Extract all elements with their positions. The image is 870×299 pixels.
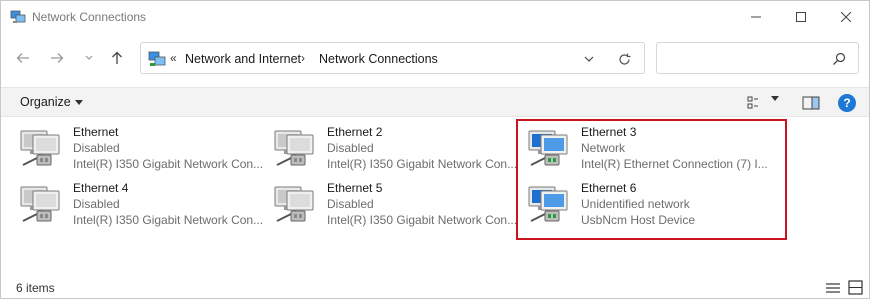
breadcrumb-network-and-internet[interactable]: Network and Internet	[185, 52, 301, 66]
network-adapter-disabled-icon	[274, 130, 314, 166]
connection-item[interactable]: Ethernet 4 Disabled Intel(R) I350 Gigabi…	[19, 181, 269, 231]
connection-name: Ethernet	[73, 125, 119, 139]
organize-label: Organize	[20, 95, 71, 109]
preview-pane-icon[interactable]	[802, 95, 820, 111]
connection-name: Ethernet 5	[327, 181, 383, 195]
search-input[interactable]	[663, 48, 823, 68]
maximize-icon	[796, 12, 806, 22]
details-view-icon[interactable]	[825, 281, 841, 295]
connection-item[interactable]: Ethernet Disabled Intel(R) I350 Gigabit …	[19, 125, 269, 175]
caret-down-icon[interactable]	[771, 96, 779, 101]
breadcrumb-network-connections[interactable]: Network Connections	[319, 52, 438, 66]
change-view-icon[interactable]	[747, 95, 765, 111]
address-bar[interactable]: « Network and Internet › Network Connect…	[140, 42, 645, 74]
title-bar: Network Connections	[1, 1, 869, 33]
address-dropdown-button[interactable]	[581, 51, 597, 67]
network-adapter-disabled-icon	[20, 130, 60, 166]
minimize-icon	[751, 16, 761, 18]
network-adapter-disabled-icon	[274, 186, 314, 222]
refresh-icon	[618, 53, 630, 65]
close-icon	[841, 12, 851, 22]
connection-device: Intel(R) I350 Gigabit Network Con...	[73, 157, 263, 171]
back-button[interactable]	[11, 46, 35, 70]
minimize-button[interactable]	[733, 1, 779, 33]
up-button[interactable]	[105, 46, 129, 70]
caret-down-icon	[74, 99, 83, 105]
breadcrumb-separator[interactable]: ›	[301, 51, 305, 65]
breadcrumb-overflow[interactable]: «	[170, 51, 177, 65]
network-connections-icon	[148, 51, 166, 66]
connection-item[interactable]: Ethernet 2 Disabled Intel(R) I350 Gigabi…	[273, 125, 523, 175]
connection-status: Disabled	[73, 197, 120, 211]
connection-device: Intel(R) I350 Gigabit Network Con...	[327, 157, 517, 171]
organize-button[interactable]: Organize	[20, 95, 83, 109]
close-button[interactable]	[823, 1, 869, 33]
connection-status: Disabled	[327, 141, 374, 155]
highlight-box	[516, 119, 787, 240]
connection-status: Disabled	[73, 141, 120, 155]
connection-name: Ethernet 4	[73, 181, 129, 195]
connection-status: Disabled	[327, 197, 374, 211]
maximize-button[interactable]	[778, 1, 824, 33]
tiles-view-icon[interactable]	[848, 280, 863, 295]
help-icon[interactable]: ?	[838, 94, 856, 112]
forward-button[interactable]	[45, 46, 69, 70]
arrow-left-icon	[16, 53, 29, 63]
network-adapter-disabled-icon	[20, 186, 60, 222]
recent-locations-button[interactable]	[77, 46, 101, 70]
explorer-window: Network Connections « Network and Intern…	[0, 0, 870, 299]
connection-name: Ethernet 2	[327, 125, 383, 139]
arrow-right-icon	[51, 53, 64, 63]
window-title: Network Connections	[32, 10, 147, 24]
item-count: 6 items	[16, 281, 55, 295]
search-box[interactable]	[656, 42, 859, 74]
search-icon[interactable]	[831, 51, 847, 67]
network-connections-icon	[10, 10, 26, 23]
connection-item[interactable]: Ethernet 5 Disabled Intel(R) I350 Gigabi…	[273, 181, 523, 231]
connection-device: Intel(R) I350 Gigabit Network Con...	[73, 213, 263, 227]
chevron-down-icon	[584, 56, 594, 62]
arrow-up-icon	[112, 51, 122, 64]
connection-device: Intel(R) I350 Gigabit Network Con...	[327, 213, 517, 227]
command-bar: Organize ?	[1, 87, 869, 117]
chevron-down-icon	[85, 55, 93, 60]
refresh-button[interactable]	[615, 50, 633, 68]
